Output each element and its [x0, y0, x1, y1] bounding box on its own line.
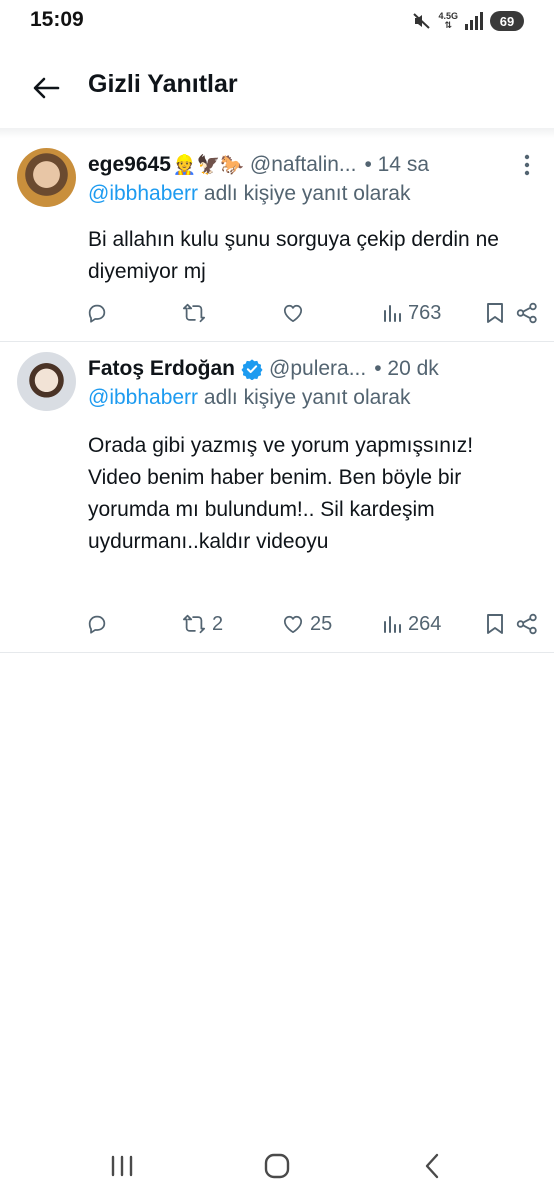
- mention-link[interactable]: @ibbhaberr: [88, 386, 198, 409]
- share-button[interactable]: [516, 609, 538, 639]
- views-icon: [384, 616, 401, 633]
- reply-context-text: adlı kişiye yanıt olarak: [203, 386, 411, 409]
- verified-badge: [241, 358, 263, 380]
- tweet-text: Orada gibi yazmış ve yorum yapmışsınız! …: [88, 434, 474, 553]
- like-icon: [283, 615, 303, 634]
- avatar[interactable]: [17, 352, 76, 411]
- reply-context: @ibbhaberr adlı kişiye yanıt olarak: [88, 386, 411, 410]
- verified-icon: [241, 359, 263, 380]
- share-icon: [516, 302, 537, 324]
- tweet-time[interactable]: • 14 sa: [364, 153, 429, 177]
- tweet-time[interactable]: • 20 dk: [374, 357, 439, 381]
- reply-button[interactable]: [86, 298, 114, 328]
- retweet-icon: [182, 614, 206, 634]
- tweet-text: Bi allahın kulu şunu sorguya çekip derdi…: [88, 228, 499, 283]
- more-icon: [524, 154, 530, 176]
- share-button[interactable]: [516, 298, 538, 328]
- mute-icon: [413, 13, 431, 29]
- page-header: Gizli Yanıtlar: [0, 44, 554, 130]
- recents-button[interactable]: [102, 1148, 142, 1184]
- reply-context-text: adlı kişiye yanıt olarak: [203, 182, 411, 205]
- back-arrow-icon: [33, 77, 60, 99]
- view-count: 763: [408, 301, 442, 324]
- bookmark-icon: [487, 614, 503, 634]
- tweet-header: Fatoş Erdoğan @pulera... • 20 dk: [88, 354, 536, 384]
- like-button[interactable]: 25: [282, 609, 332, 639]
- status-time: 15:09: [30, 8, 84, 31]
- like-count: 25: [310, 612, 333, 635]
- nav-back-icon: [425, 1153, 439, 1179]
- reply-tweet[interactable]: ege9645 👷🦅🐎 @naftalin... • 14 sa @ibbhab…: [0, 138, 554, 342]
- reply-context: @ibbhaberr adlı kişiye yanıt olarak: [88, 182, 411, 206]
- reply-button[interactable]: [86, 609, 114, 639]
- header-divider: [0, 128, 554, 138]
- display-name[interactable]: Fatoş Erdoğan: [88, 357, 235, 381]
- page-title: Gizli Yanıtlar: [88, 70, 238, 98]
- more-options-button[interactable]: [514, 152, 540, 178]
- bookmark-icon: [487, 303, 503, 323]
- reply-icon: [88, 304, 106, 323]
- retweet-button[interactable]: 2: [182, 609, 223, 639]
- retweet-icon: [182, 303, 206, 323]
- views-icon: [384, 305, 401, 322]
- reply-tweet[interactable]: Fatoş Erdoğan @pulera... • 20 dk @ibbhab…: [0, 342, 554, 653]
- recents-icon: [111, 1155, 133, 1177]
- display-name[interactable]: ege9645: [88, 153, 171, 177]
- bookmark-button[interactable]: [486, 609, 504, 639]
- retweet-count: 2: [212, 612, 224, 635]
- tweet-actions: 763: [86, 298, 538, 328]
- network-type: 4.5G ⇅: [438, 11, 458, 30]
- system-navigation-bar: [0, 1132, 554, 1200]
- back-button[interactable]: [28, 70, 64, 106]
- tweet-header: ege9645 👷🦅🐎 @naftalin... • 14 sa: [88, 150, 536, 180]
- home-icon: [264, 1153, 290, 1179]
- share-icon: [516, 613, 537, 635]
- signal-icon: [465, 12, 483, 30]
- like-button[interactable]: [282, 298, 310, 328]
- reply-icon: [88, 615, 106, 634]
- avatar[interactable]: [17, 148, 76, 207]
- battery-indicator: 69: [490, 11, 524, 31]
- status-icons: 4.5G ⇅ 69: [412, 10, 524, 32]
- system-back-button[interactable]: [412, 1148, 452, 1184]
- status-bar: 15:09 4.5G ⇅ 69: [0, 0, 554, 44]
- name-emojis: 👷🦅🐎: [172, 155, 244, 176]
- user-handle[interactable]: @pulera...: [269, 357, 366, 381]
- retweet-button[interactable]: [182, 298, 212, 328]
- bookmark-button[interactable]: [486, 298, 504, 328]
- user-handle[interactable]: @naftalin...: [250, 153, 357, 177]
- mention-link[interactable]: @ibbhaberr: [88, 182, 198, 205]
- tweet-actions: 2 25 264: [86, 609, 538, 639]
- like-icon: [283, 304, 303, 323]
- home-button[interactable]: [257, 1148, 297, 1184]
- views-button[interactable]: 264: [382, 609, 441, 639]
- views-button[interactable]: 763: [382, 298, 441, 328]
- view-count: 264: [408, 612, 442, 635]
